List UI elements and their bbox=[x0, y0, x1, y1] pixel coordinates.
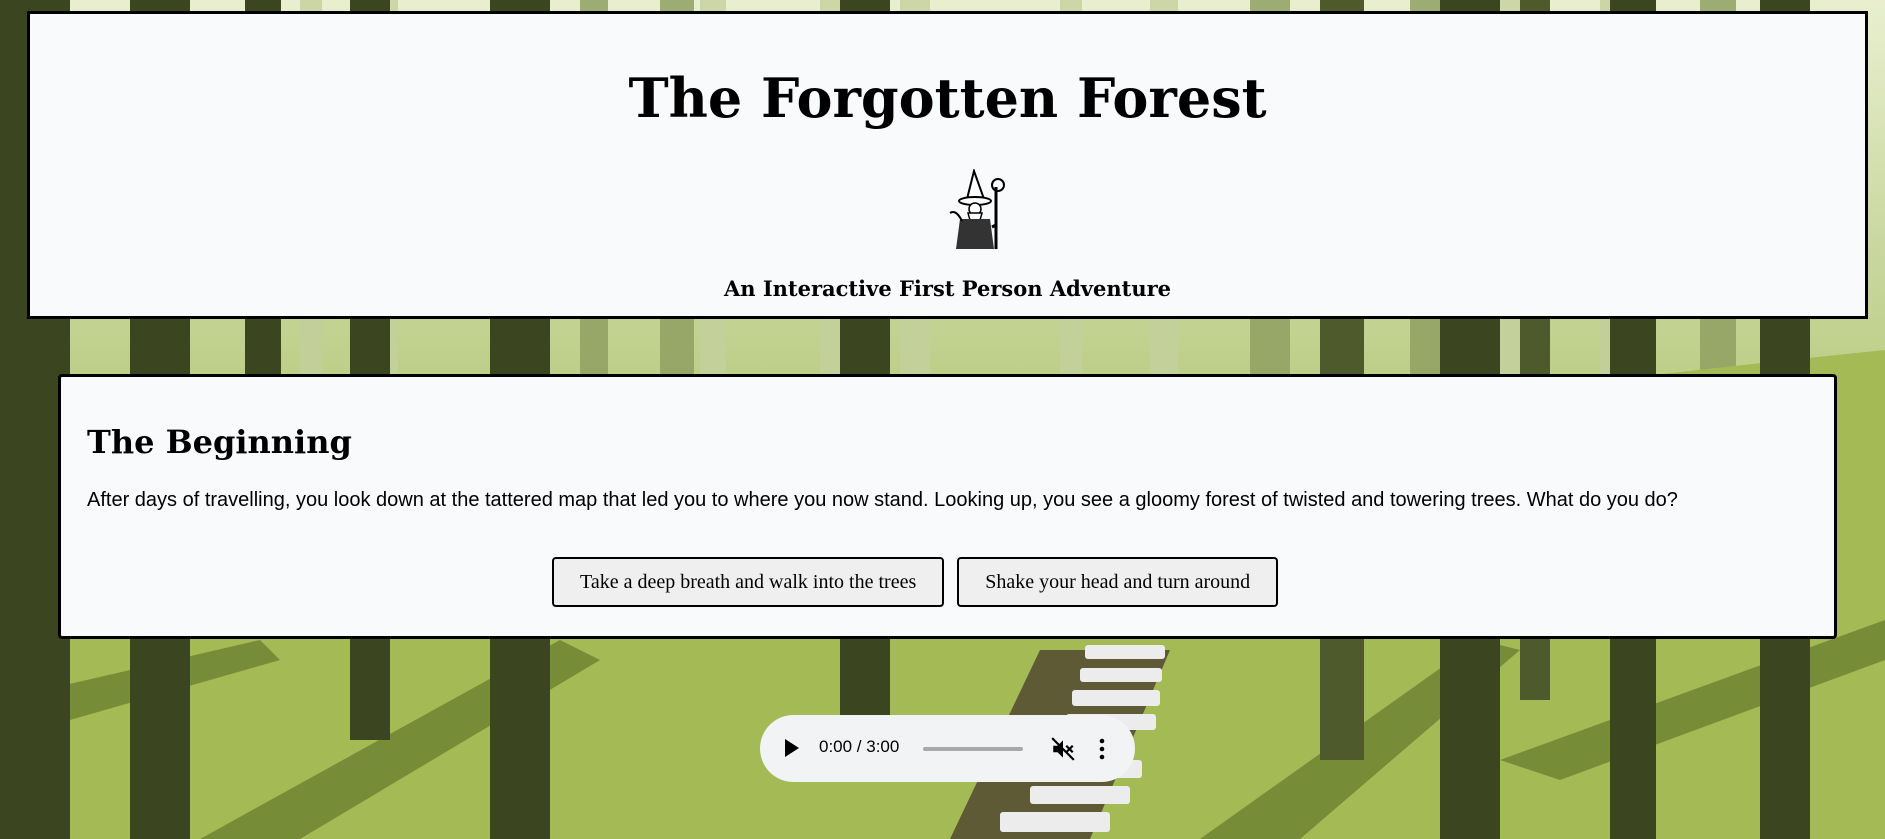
choice-buttons: Take a deep breath and walk into the tre… bbox=[552, 557, 1279, 607]
volume-muted-icon[interactable] bbox=[1050, 736, 1076, 762]
scene-heading: The Beginning bbox=[87, 423, 352, 461]
page-title: The Forgotten Forest bbox=[628, 66, 1267, 130]
audio-seek-bar[interactable] bbox=[923, 747, 1023, 751]
wizard-icon bbox=[940, 167, 1010, 251]
choice-turn-around-button[interactable]: Shake your head and turn around bbox=[957, 557, 1279, 607]
audio-player: 0:00 / 3:00 bbox=[760, 715, 1135, 782]
play-icon[interactable] bbox=[785, 739, 799, 757]
page-subtitle: An Interactive First Person Adventure bbox=[723, 276, 1172, 301]
scene-text: After days of travelling, you look down … bbox=[87, 489, 1678, 511]
choice-walk-into-trees-button[interactable]: Take a deep breath and walk into the tre… bbox=[552, 557, 945, 607]
audio-time: 0:00 / 3:00 bbox=[819, 737, 900, 756]
scene-card: The Beginning After days of travelling, … bbox=[58, 374, 1837, 639]
more-vertical-icon[interactable] bbox=[1098, 736, 1106, 762]
title-banner: The Forgotten Forest An Interactive Firs… bbox=[27, 11, 1868, 319]
